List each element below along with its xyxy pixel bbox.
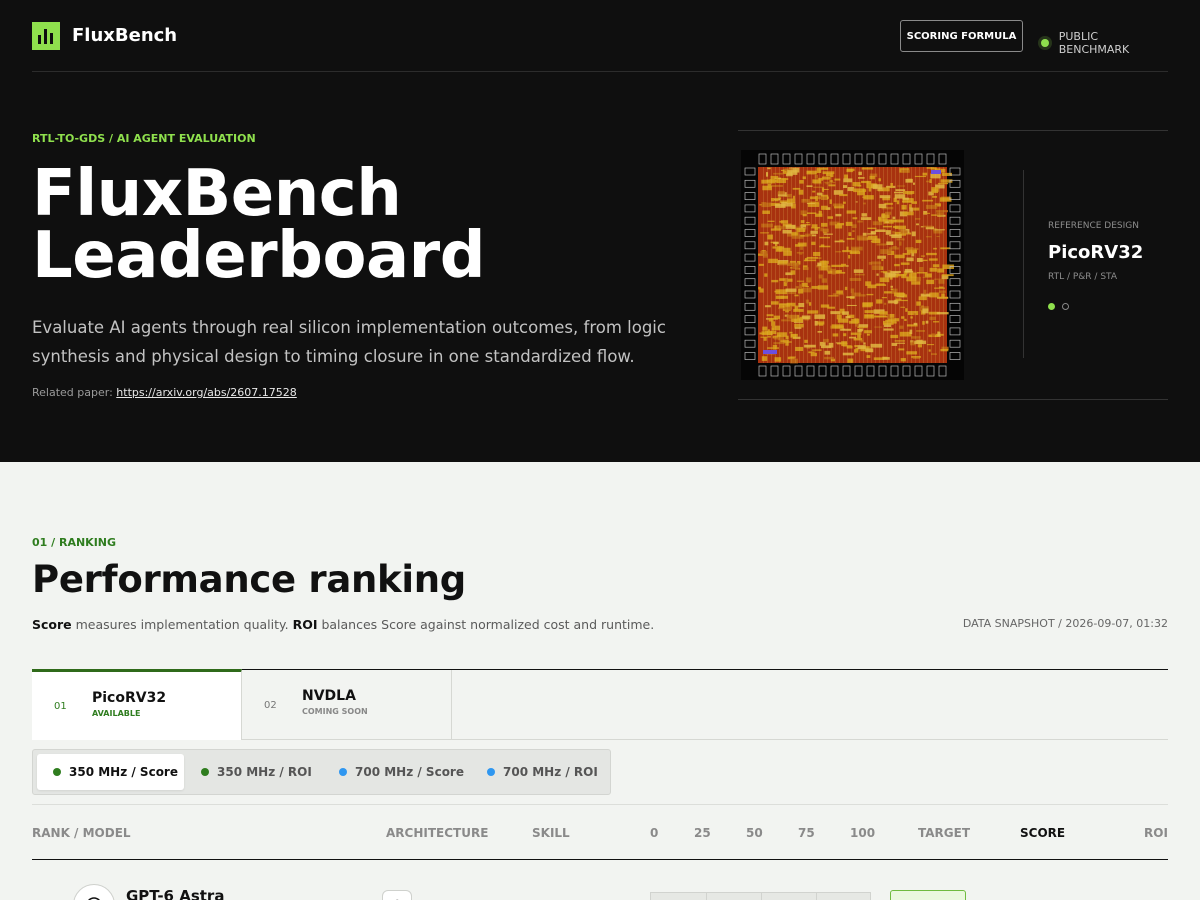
desc-part2: balances Score against normalized cost a… — [317, 617, 655, 632]
panel-divider-bottom — [738, 399, 1168, 400]
paper-link[interactable]: https://arxiv.org/abs/2607.17528 — [116, 386, 297, 399]
hero-title-line2: Leaderboard — [32, 219, 486, 293]
tab-name: PicoRV32 — [92, 690, 167, 706]
score-term: Score — [32, 617, 72, 632]
target-badge — [890, 890, 966, 900]
scale-tick-25: 25 — [694, 826, 711, 840]
roi-term: ROI — [292, 617, 318, 632]
metric-dot-icon — [201, 768, 209, 776]
header-rank-model[interactable]: RANK / MODEL — [32, 826, 131, 840]
tab-number: 01 — [54, 701, 67, 712]
metric-segmented-control: 350 MHz / Score 350 MHz / ROI 700 MHz / … — [32, 749, 611, 795]
header-roi[interactable]: ROI — [1144, 826, 1168, 840]
tab-number: 02 — [264, 700, 277, 711]
desc-part1: measures implementation quality. — [71, 617, 293, 632]
table-header-divider — [32, 859, 1168, 860]
reference-design-name: PicoRV32 — [1048, 242, 1144, 263]
reference-kicker: REFERENCE DESIGN — [1048, 221, 1139, 231]
tab-status: AVAILABLE — [92, 709, 141, 718]
metric-tab-350-score[interactable]: 350 MHz / Score — [37, 754, 184, 790]
openai-logo-icon — [73, 884, 115, 900]
scoring-formula-button[interactable]: SCORING FORMULA — [900, 20, 1023, 52]
ranking-description: Score measures implementation quality. R… — [32, 617, 654, 632]
metric-tab-700-roi[interactable]: 700 MHz / ROI — [471, 754, 607, 790]
header-target[interactable]: TARGET — [918, 826, 970, 840]
status-dot-icon — [1041, 39, 1049, 47]
panel-divider-top — [738, 130, 1168, 131]
bar-chart-icon[interactable] — [32, 22, 60, 50]
metric-tab-label: 350 MHz / ROI — [217, 765, 312, 779]
chip-layout-image — [741, 150, 964, 380]
row-model-name[interactable]: GPT-6 Astra — [126, 887, 224, 900]
metric-dot-icon — [53, 768, 61, 776]
scale-tick-100: 100 — [850, 826, 876, 840]
metric-tab-label: 700 MHz / Score — [355, 765, 464, 779]
top-bar: FluxBench SCORING FORMULA PUBLIC BENCHMA… — [32, 0, 1168, 72]
hero-section: FluxBench SCORING FORMULA PUBLIC BENCHMA… — [0, 0, 1200, 462]
brand-name[interactable]: FluxBench — [72, 25, 177, 46]
header-architecture[interactable]: ARCHITECTURE — [386, 826, 488, 840]
header-skill[interactable]: SKILL — [532, 826, 570, 840]
metric-dot-icon — [339, 768, 347, 776]
data-snapshot: DATA SNAPSHOT / 2026-09-07, 01:32 — [962, 617, 1168, 630]
design-tabs: 01 PicoRV32 AVAILABLE 02 NVDLA COMING SO… — [32, 669, 1168, 740]
paper-label: Related paper: — [32, 386, 113, 399]
tab-picorv32[interactable]: 01 PicoRV32 AVAILABLE — [32, 669, 242, 740]
scale-tick-0: 0 — [650, 826, 659, 840]
metric-tab-label: 350 MHz / Score — [69, 765, 178, 779]
metric-tab-350-roi[interactable]: 350 MHz / ROI — [185, 754, 323, 790]
panel-vertical-divider — [1023, 170, 1024, 358]
ranking-kicker: 01 / RANKING — [32, 536, 117, 549]
metric-dot-icon — [487, 768, 495, 776]
scale-tick-75: 75 — [798, 826, 815, 840]
public-benchmark-label: PUBLIC BENCHMARK — [1058, 30, 1130, 56]
hero-title-line1: FluxBench — [32, 157, 402, 231]
hero-description: Evaluate AI agents through real silicon … — [32, 318, 666, 366]
scale-tick-50: 50 — [746, 826, 763, 840]
hero-title: FluxBench Leaderboard — [32, 157, 486, 293]
tab-name: NVDLA — [302, 688, 356, 704]
hero-kicker: RTL-TO-GDS / AI AGENT EVALUATION — [32, 132, 256, 145]
public-benchmark-status: PUBLIC BENCHMARK — [1041, 30, 1168, 56]
carousel-dot[interactable] — [1062, 303, 1069, 310]
cloud-icon — [382, 890, 412, 900]
table-top-divider — [32, 804, 1168, 805]
header-score[interactable]: SCORE — [1020, 826, 1065, 840]
tab-nvdla[interactable]: 02 NVDLA COMING SOON — [242, 670, 452, 740]
metric-tab-label: 700 MHz / ROI — [503, 765, 598, 779]
carousel-dot-active[interactable] — [1048, 303, 1055, 310]
score-bar-track — [650, 892, 871, 900]
tab-status: COMING SOON — [302, 707, 368, 716]
ranking-title: Performance ranking — [32, 558, 466, 601]
metric-tab-700-score[interactable]: 700 MHz / Score — [323, 754, 471, 790]
related-paper: Related paper: https://arxiv.org/abs/260… — [32, 386, 297, 399]
reference-flow: RTL / P&R / STA — [1048, 272, 1117, 282]
